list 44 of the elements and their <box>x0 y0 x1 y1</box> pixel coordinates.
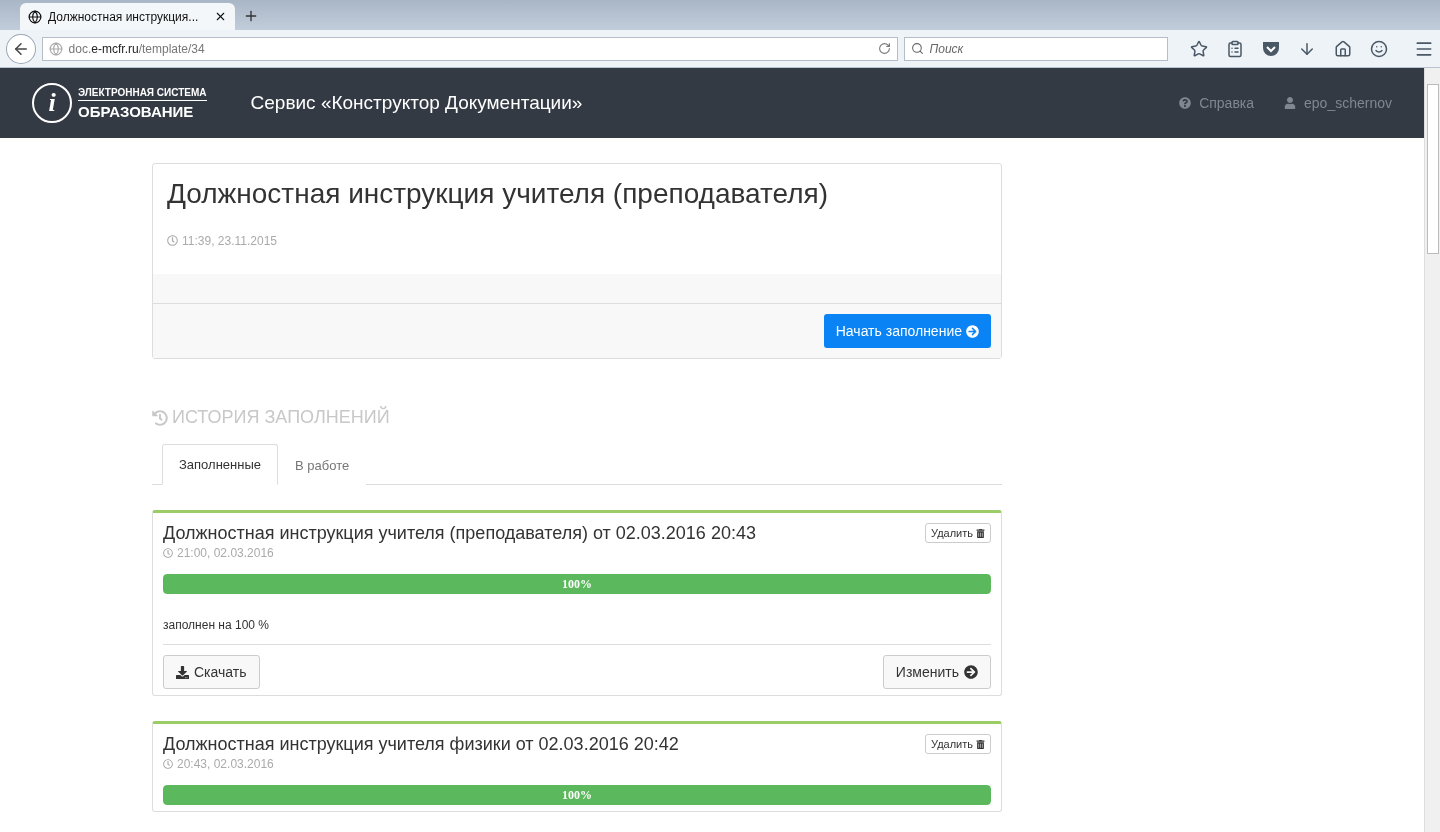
template-title: Должностная инструкция учителя (преподавателя) <box>167 178 829 210</box>
fill-status: заполнен на 100 % <box>163 618 270 632</box>
home-icon[interactable] <box>1334 39 1352 58</box>
back-button[interactable] <box>6 33 36 64</box>
new-tab-icon[interactable] <box>243 8 259 24</box>
template-time: 11:39, 23.11.2015 <box>167 233 277 248</box>
logo-text: ЭЛЕКТРОННАЯ СИСТЕМА <box>78 86 207 101</box>
search-icon <box>910 42 924 55</box>
pocket-icon[interactable] <box>1262 40 1280 57</box>
entry-title: Должностная инструкция учителя (преподавателя) от 02.03.2016 20:43 <box>163 523 756 544</box>
smiley-icon[interactable] <box>1370 39 1388 58</box>
download-icon <box>176 665 189 679</box>
trash-icon <box>976 528 985 538</box>
search-field[interactable]: Поиск <box>903 36 1168 61</box>
scrollbar-thumb[interactable] <box>1426 84 1439 254</box>
delete-button[interactable]: Удалить <box>925 734 991 754</box>
globe-icon <box>48 41 63 56</box>
history-tab[interactable]: Заполненные <box>162 444 278 485</box>
service-title: Сервис «Конструктор Документации» <box>250 92 583 114</box>
start-button[interactable]: Начать заполнение <box>823 314 991 348</box>
entry-time: 21:00, 02.03.2016 <box>163 546 274 560</box>
site-icon <box>28 9 42 24</box>
browser-tab[interactable]: Должностная инструкция... <box>20 3 235 30</box>
progress-label: 100% <box>561 577 593 592</box>
star-icon[interactable] <box>1190 39 1208 58</box>
clock-icon <box>167 235 178 246</box>
progress-label: 100% <box>561 788 593 803</box>
user-icon <box>1284 97 1297 109</box>
delete-button[interactable]: Удалить <box>925 523 991 543</box>
address-field[interactable]: doc.e-mcfr.ru/template/34 <box>41 36 898 61</box>
reload-icon[interactable] <box>877 42 891 55</box>
close-icon[interactable] <box>214 10 227 23</box>
entry-title: Должностная инструкция учителя физики от 02.03.2016 20:42 <box>163 734 679 755</box>
logo-mark: i <box>32 83 72 123</box>
trash-icon <box>976 739 985 749</box>
history-icon <box>152 409 168 426</box>
logo-text: ОБРАЗОВАНИЕ <box>78 101 195 120</box>
help-icon <box>1179 97 1192 109</box>
clock-icon <box>163 759 173 769</box>
entry-time: 20:43, 02.03.2016 <box>163 757 274 771</box>
clock-icon <box>163 548 173 558</box>
edit-button[interactable]: Изменить <box>882 655 991 689</box>
clipboard-icon[interactable] <box>1226 39 1244 58</box>
download-button[interactable]: Скачать <box>163 655 260 689</box>
